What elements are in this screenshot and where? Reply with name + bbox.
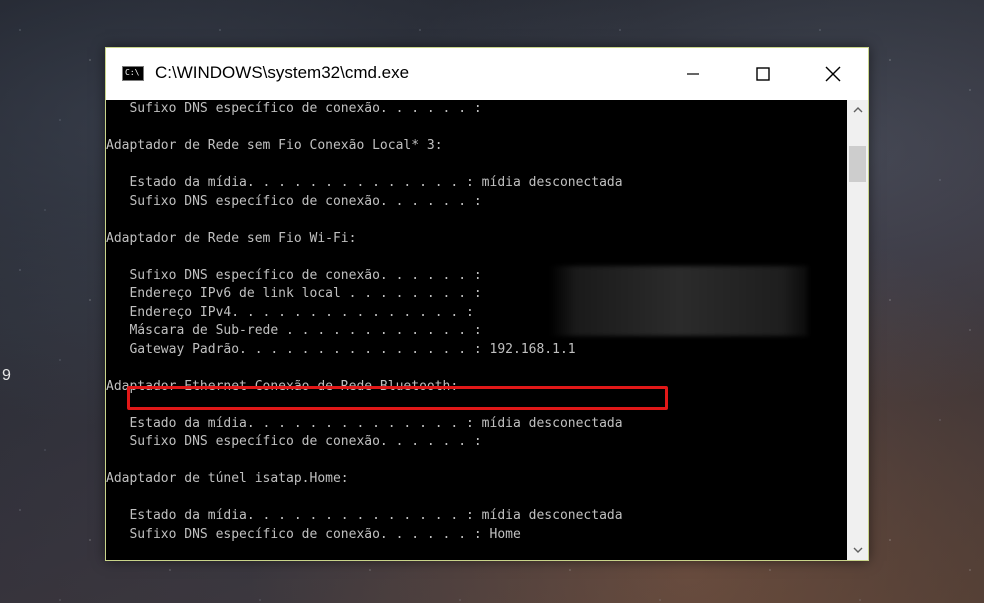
console-line: Sufixo DNS específico de conexão. . . . … xyxy=(106,434,482,449)
console-line: Sufixo DNS específico de conexão. . . . … xyxy=(106,101,482,116)
maximize-icon xyxy=(756,67,770,81)
console-line: Endereço IPv6 de link local . . . . . . … xyxy=(106,286,482,301)
desktop-edge-text: 9 xyxy=(2,367,11,384)
console-line: Adaptador de túnel isatap.Home: xyxy=(106,471,349,486)
redacted-address-blur xyxy=(550,266,808,336)
window-title: C:\WINDOWS\system32\cmd.exe xyxy=(155,63,410,82)
chevron-up-icon xyxy=(853,107,862,113)
console-line: Estado da mídia. . . . . . . . . . . . .… xyxy=(106,415,623,431)
console-line: Adaptador de Rede sem Fio Conexão Local*… xyxy=(106,138,443,153)
cmd-app-icon-label: C:\ xyxy=(125,68,140,77)
scroll-up-button[interactable] xyxy=(847,100,868,120)
minimize-icon xyxy=(687,73,699,75)
console-line: Estado da mídia. . . . . . . . . . . . .… xyxy=(106,175,623,190)
console-line: Sufixo DNS específico de conexão. . . . … xyxy=(106,267,482,283)
scroll-thumb[interactable] xyxy=(849,146,866,182)
console-output[interactable]: Sufixo DNS específico de conexão. . . . … xyxy=(106,100,847,560)
maximize-button[interactable] xyxy=(728,48,798,100)
scroll-down-button[interactable] xyxy=(847,540,868,560)
console-line: Máscara de Sub-rede . . . . . . . . . . … xyxy=(106,323,482,338)
vertical-scrollbar[interactable] xyxy=(847,100,868,560)
console-text: Sufixo DNS específico de conexão. . . . … xyxy=(106,100,623,544)
close-button[interactable] xyxy=(798,48,868,100)
close-icon xyxy=(825,66,841,82)
cmd-app-icon[interactable]: C:\ xyxy=(122,66,144,81)
minimize-button[interactable] xyxy=(658,48,728,100)
console-line: Estado da mídia. . . . . . . . . . . . .… xyxy=(106,508,623,523)
console-line: Sufixo DNS específico de conexão. . . . … xyxy=(106,526,521,542)
console-line: Adaptador de Rede sem Fio Wi-Fi: xyxy=(106,230,357,246)
title-bar[interactable]: C:\ C:\WINDOWS\system32\cmd.exe xyxy=(106,48,868,100)
console-line: Endereço IPv4. . . . . . . . . . . . . .… xyxy=(106,304,474,320)
gateway-highlight-box xyxy=(127,386,668,410)
console-line: Sufixo DNS específico de conexão. . . . … xyxy=(106,193,482,209)
cmd-window[interactable]: C:\ C:\WINDOWS\system32\cmd.exe Sufixo D… xyxy=(105,47,869,561)
chevron-down-icon xyxy=(853,547,862,553)
gateway-line: Gateway Padrão. . . . . . . . . . . . . … xyxy=(106,341,576,357)
